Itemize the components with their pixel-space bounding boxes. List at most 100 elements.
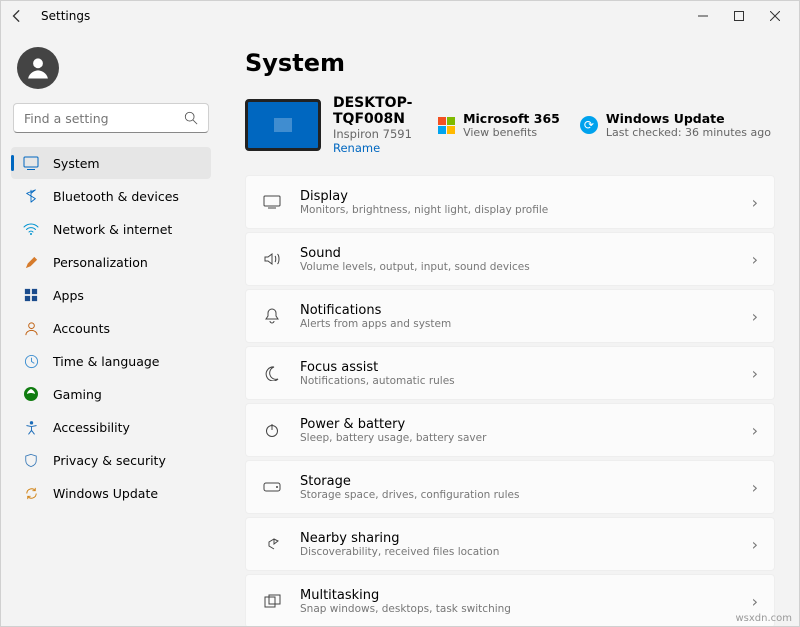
li-title: Display: [300, 189, 734, 204]
display-icon: [262, 194, 282, 210]
maximize-button[interactable]: [721, 1, 757, 31]
item-storage[interactable]: StorageStorage space, drives, configurat…: [245, 460, 775, 514]
nav-label: Personalization: [53, 255, 148, 270]
nav-label: Accessibility: [53, 420, 130, 435]
sidebar-item-accessibility[interactable]: Accessibility: [11, 411, 211, 443]
accessibility-icon: [23, 419, 39, 435]
sidebar-item-system[interactable]: System: [11, 147, 211, 179]
sidebar-item-apps[interactable]: Apps: [11, 279, 211, 311]
settings-list: DisplayMonitors, brightness, night light…: [245, 175, 775, 626]
sidebar-item-privacy[interactable]: Privacy & security: [11, 444, 211, 476]
windows-update-link[interactable]: ⟳ Windows Update Last checked: 36 minute…: [576, 111, 775, 139]
arrow-left-icon: [10, 9, 24, 23]
nav-label: Accounts: [53, 321, 110, 336]
maximize-icon: [734, 11, 744, 21]
minimize-icon: [698, 11, 708, 21]
wifi-icon: [23, 221, 39, 237]
multitask-icon: [262, 594, 282, 608]
sidebar-item-personalization[interactable]: Personalization: [11, 246, 211, 278]
back-button[interactable]: [7, 6, 27, 26]
search-field[interactable]: [24, 111, 184, 126]
shield-icon: [23, 452, 39, 468]
nav-label: System: [53, 156, 100, 171]
paintbrush-icon: [23, 254, 39, 270]
sidebar-item-bluetooth[interactable]: Bluetooth & devices: [11, 180, 211, 212]
wu-title: Windows Update: [606, 111, 771, 126]
sound-icon: [262, 251, 282, 267]
item-multitasking[interactable]: MultitaskingSnap windows, desktops, task…: [245, 574, 775, 626]
pc-thumbnail: [245, 99, 321, 151]
close-icon: [770, 11, 780, 21]
li-sub: Snap windows, desktops, task switching: [300, 603, 734, 615]
watermark: wsxdn.com: [735, 613, 792, 624]
nav-label: Bluetooth & devices: [53, 189, 179, 204]
titlebar: Settings: [1, 1, 799, 31]
page-title: System: [245, 49, 775, 77]
chevron-right-icon: ›: [752, 364, 758, 383]
li-title: Notifications: [300, 303, 734, 318]
pc-name: DESKTOP-TQF008N: [333, 95, 422, 127]
header-cards: DESKTOP-TQF008N Inspiron 7591 Rename Mic…: [245, 95, 775, 155]
li-title: Storage: [300, 474, 734, 489]
avatar[interactable]: [17, 47, 59, 89]
li-sub: Notifications, automatic rules: [300, 375, 734, 387]
li-sub: Sleep, battery usage, battery saver: [300, 432, 734, 444]
chevron-right-icon: ›: [752, 592, 758, 611]
item-display[interactable]: DisplayMonitors, brightness, night light…: [245, 175, 775, 229]
chevron-right-icon: ›: [752, 250, 758, 269]
pc-model: Inspiron 7591: [333, 127, 422, 141]
sidebar: System Bluetooth & devices Network & int…: [1, 31, 221, 626]
sidebar-item-gaming[interactable]: Gaming: [11, 378, 211, 410]
chevron-right-icon: ›: [752, 421, 758, 440]
li-title: Power & battery: [300, 417, 734, 432]
item-notifications[interactable]: NotificationsAlerts from apps and system…: [245, 289, 775, 343]
wu-sub: Last checked: 36 minutes ago: [606, 126, 771, 139]
search-icon: [184, 111, 198, 125]
nav-label: Windows Update: [53, 486, 158, 501]
window-title: Settings: [41, 9, 90, 23]
sidebar-item-network[interactable]: Network & internet: [11, 213, 211, 245]
bluetooth-icon: [23, 188, 39, 204]
li-title: Sound: [300, 246, 734, 261]
microsoft-logo-icon: [438, 117, 455, 134]
chevron-right-icon: ›: [752, 307, 758, 326]
gaming-icon: [23, 386, 39, 402]
li-title: Multitasking: [300, 588, 734, 603]
li-title: Nearby sharing: [300, 531, 734, 546]
ms365-link[interactable]: Microsoft 365 View benefits: [434, 111, 564, 139]
li-sub: Alerts from apps and system: [300, 318, 734, 330]
item-focus-assist[interactable]: Focus assistNotifications, automatic rul…: [245, 346, 775, 400]
minimize-button[interactable]: [685, 1, 721, 31]
storage-icon: [262, 482, 282, 492]
li-sub: Discoverability, received files location: [300, 546, 734, 558]
close-button[interactable]: [757, 1, 793, 31]
nav-label: Privacy & security: [53, 453, 166, 468]
bell-icon: [262, 308, 282, 325]
search-input[interactable]: [13, 103, 209, 133]
chevron-right-icon: ›: [752, 478, 758, 497]
clock-icon: [23, 353, 39, 369]
sidebar-item-time[interactable]: Time & language: [11, 345, 211, 377]
chevron-right-icon: ›: [752, 193, 758, 212]
system-icon: [23, 155, 39, 171]
rename-link[interactable]: Rename: [333, 141, 422, 155]
item-nearby[interactable]: Nearby sharingDiscoverability, received …: [245, 517, 775, 571]
sidebar-item-update[interactable]: Windows Update: [11, 477, 211, 509]
sync-icon: ⟳: [580, 116, 598, 134]
item-sound[interactable]: SoundVolume levels, output, input, sound…: [245, 232, 775, 286]
nav-label: Network & internet: [53, 222, 172, 237]
user-icon: [24, 54, 52, 82]
nav-label: Apps: [53, 288, 84, 303]
li-title: Focus assist: [300, 360, 734, 375]
nav-label: Time & language: [53, 354, 159, 369]
sidebar-item-accounts[interactable]: Accounts: [11, 312, 211, 344]
main-panel: System DESKTOP-TQF008N Inspiron 7591 Ren…: [221, 31, 799, 626]
chevron-right-icon: ›: [752, 535, 758, 554]
pc-info: DESKTOP-TQF008N Inspiron 7591 Rename: [333, 95, 422, 155]
ms365-title: Microsoft 365: [463, 111, 560, 126]
item-power[interactable]: Power & batterySleep, battery usage, bat…: [245, 403, 775, 457]
li-sub: Volume levels, output, input, sound devi…: [300, 261, 734, 273]
nav-list: System Bluetooth & devices Network & int…: [7, 147, 215, 618]
update-icon: [23, 485, 39, 501]
ms365-sub: View benefits: [463, 126, 560, 139]
